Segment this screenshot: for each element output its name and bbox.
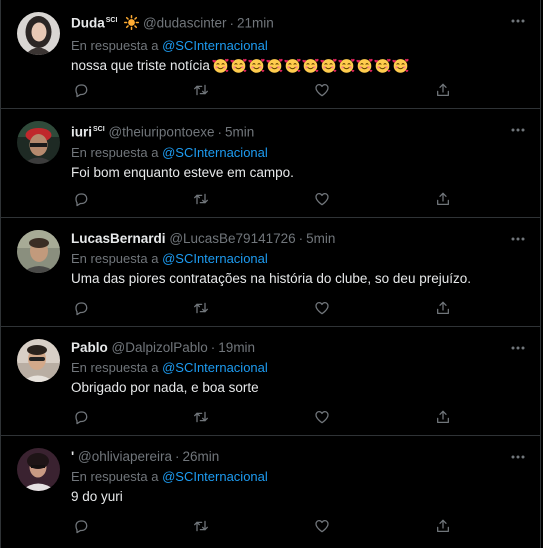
reply-prefix: En respuesta a <box>71 144 159 160</box>
tweet-text: nossa que triste notícia <box>71 56 526 80</box>
reply-prefix: En respuesta a <box>71 360 159 375</box>
separator-dot: · <box>298 231 304 246</box>
reply-context: En respuesta a @SCInternacional <box>71 36 526 55</box>
share-icon[interactable] <box>433 80 453 100</box>
timestamp[interactable]: 26min <box>182 449 219 464</box>
mention-link[interactable]: @SCInternacional <box>162 251 268 266</box>
retweet-icon[interactable] <box>191 80 211 100</box>
reply-icon[interactable] <box>71 80 91 100</box>
avatar[interactable] <box>17 12 60 55</box>
tweet-text: 9 do yuri <box>71 489 123 504</box>
smiling-face-with-hearts-icon <box>266 58 283 73</box>
tweet-actions <box>71 407 461 427</box>
share-icon[interactable] <box>433 189 453 209</box>
display-name[interactable]: iuri <box>71 125 92 140</box>
reply-prefix: En respuesta a <box>71 37 159 53</box>
tweet[interactable]: DudaSCI @dudascinter · 21min En respuest… <box>1 0 540 109</box>
smiling-face-with-hearts-icon <box>230 58 247 73</box>
tweet[interactable]: LucasBernardi @LucasBe79141726 · 5min En r… <box>1 218 540 327</box>
retweet-icon[interactable] <box>191 516 211 536</box>
reply-icon[interactable] <box>71 189 91 209</box>
tweet-text-body: nossa que triste notícia <box>71 57 210 73</box>
like-icon[interactable] <box>312 189 332 209</box>
user-handle[interactable]: @theiuripontoexe <box>108 125 214 140</box>
mention-link[interactable]: @SCInternacional <box>162 360 268 375</box>
retweet-icon[interactable] <box>191 189 211 209</box>
tweet-text: Uma das piores contratações na história … <box>71 271 471 286</box>
more-options-icon[interactable] <box>508 229 528 249</box>
tweet[interactable]: Pablo @DalpizolPablo · 19min En respuesta … <box>1 327 540 436</box>
tweet-actions <box>71 189 461 209</box>
user-handle[interactable]: @ohliviapereira <box>78 449 172 464</box>
separator-dot: · <box>217 124 222 140</box>
smiling-face-with-hearts-icon <box>248 58 265 73</box>
share-icon[interactable] <box>433 298 453 318</box>
smiling-face-with-hearts-icon <box>392 58 409 73</box>
like-icon[interactable] <box>312 80 332 100</box>
retweet-icon[interactable] <box>191 407 211 427</box>
reply-context: En respuesta a @SCInternacional <box>71 358 526 377</box>
reply-context: En respuesta a @SCInternacional <box>71 467 526 486</box>
display-name[interactable]: LucasBernardi <box>71 231 166 246</box>
emoji-row <box>212 57 410 80</box>
reply-context: En respuesta a @SCInternacional <box>71 249 526 268</box>
mention-link[interactable]: @SCInternacional <box>162 145 268 160</box>
share-icon[interactable] <box>433 407 453 427</box>
tweet-text: Foi bom enquanto esteve em campo. <box>71 164 294 180</box>
smiling-face-with-hearts-icon <box>320 58 337 73</box>
smiling-face-with-hearts-icon <box>374 58 391 73</box>
reply-prefix: En respuesta a <box>71 469 159 484</box>
sun-icon <box>124 14 140 35</box>
like-icon[interactable] <box>312 407 332 427</box>
more-options-icon[interactable] <box>508 447 528 467</box>
tweet-actions <box>71 298 461 318</box>
reply-icon[interactable] <box>71 298 91 318</box>
user-handle[interactable]: @dudascinter <box>143 16 227 31</box>
display-name[interactable]: ' <box>71 449 74 464</box>
timestamp[interactable]: 21min <box>237 16 274 31</box>
mention-link[interactable]: @SCInternacional <box>162 38 268 53</box>
retweet-icon[interactable] <box>191 298 211 318</box>
smiling-face-with-hearts-icon <box>212 58 229 73</box>
display-name[interactable]: Pablo <box>71 340 108 355</box>
smiling-face-with-hearts-icon <box>356 58 373 73</box>
smiling-face-with-hearts-icon <box>338 58 355 73</box>
reply-icon[interactable] <box>71 407 91 427</box>
avatar[interactable] <box>17 339 60 382</box>
smiling-face-with-hearts-icon <box>284 58 301 73</box>
name-suffix: SCI <box>93 126 105 133</box>
separator-dot: · <box>229 15 234 31</box>
more-options-icon[interactable] <box>508 11 528 31</box>
user-handle[interactable]: @LucasBe79141726 <box>169 231 295 246</box>
tweet-actions <box>71 516 461 536</box>
smiling-face-with-hearts-icon <box>302 58 319 73</box>
display-name[interactable]: Duda <box>71 16 105 31</box>
tweet[interactable]: iuriSCI @theiuripontoexe · 5min En respues… <box>1 109 540 218</box>
reply-prefix: En respuesta a <box>71 251 159 266</box>
timestamp[interactable]: 19min <box>218 340 255 355</box>
reply-context: En respuesta a @SCInternacional <box>71 143 526 162</box>
name-suffix: SCI <box>105 17 118 24</box>
separator-dot: · <box>174 449 180 464</box>
more-options-icon[interactable] <box>508 120 528 140</box>
user-handle[interactable]: @DalpizolPablo <box>112 340 208 355</box>
tweet[interactable]: ' @ohliviapereira · 26min En respuesta a @… <box>1 436 540 545</box>
more-options-icon[interactable] <box>508 338 528 358</box>
timestamp[interactable]: 5min <box>225 125 254 140</box>
tweet-text: Obrigado por nada, e boa sorte <box>71 380 259 395</box>
reply-feed: DudaSCI @dudascinter · 21min En respuest… <box>0 0 541 548</box>
separator-dot: · <box>210 340 216 355</box>
reply-icon[interactable] <box>71 516 91 536</box>
avatar[interactable] <box>17 230 60 273</box>
like-icon[interactable] <box>312 298 332 318</box>
like-icon[interactable] <box>312 516 332 536</box>
timestamp[interactable]: 5min <box>306 231 335 246</box>
avatar[interactable] <box>17 121 60 164</box>
tweet-actions <box>71 80 461 100</box>
mention-link[interactable]: @SCInternacional <box>162 469 268 484</box>
share-icon[interactable] <box>433 516 453 536</box>
avatar[interactable] <box>17 448 60 491</box>
